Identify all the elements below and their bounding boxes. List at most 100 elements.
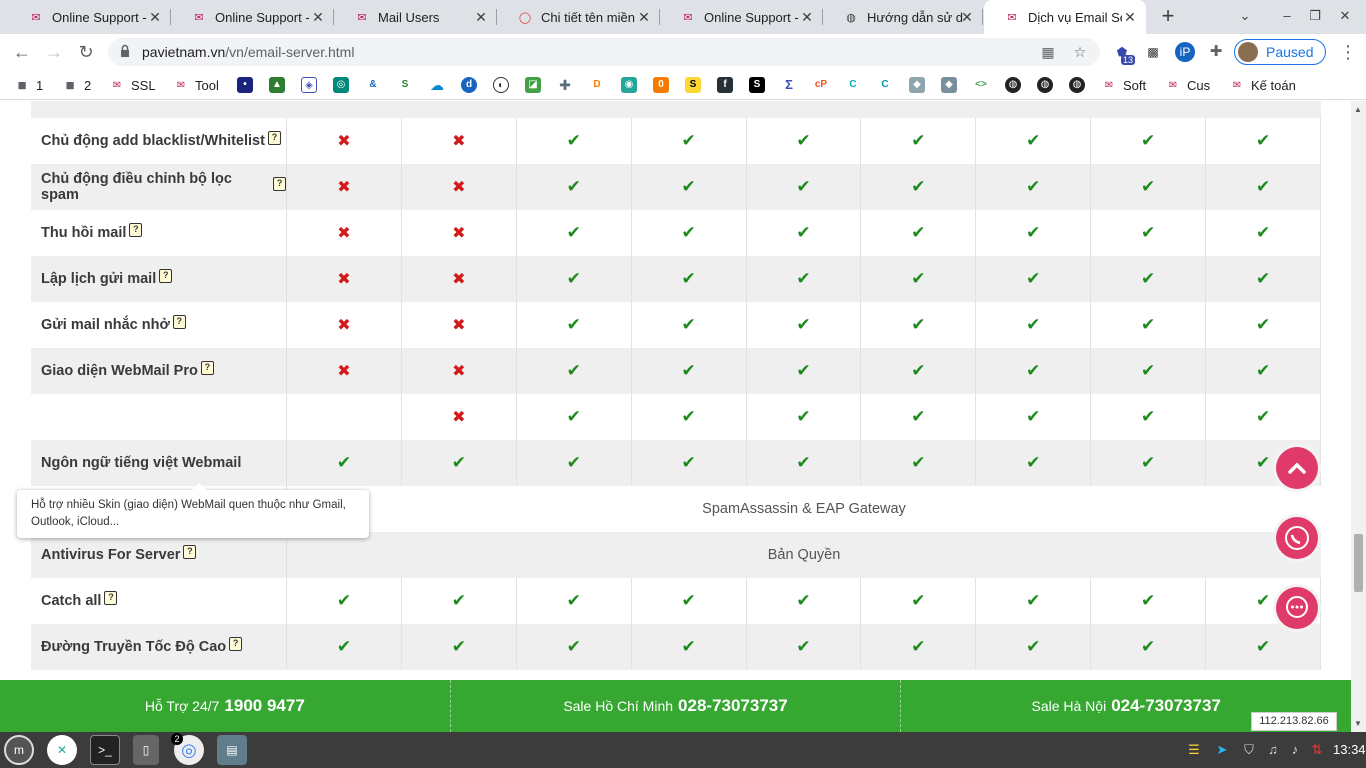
scrollbar-thumb[interactable] [1354, 534, 1363, 592]
back-icon[interactable]: ← [10, 40, 34, 64]
teamviewer-icon[interactable]: ✕ [47, 735, 77, 765]
bookmark-power-icon[interactable]: ◐ [493, 77, 509, 93]
page-scrollbar[interactable]: ▲ ▼ [1351, 101, 1366, 732]
cross-icon: ✖ [452, 133, 466, 150]
close-tab-icon[interactable]: ✕ [799, 9, 815, 25]
bookmark-soft[interactable]: ✉ Soft [1101, 75, 1146, 95]
bookmark-chart-icon[interactable]: ◪ [525, 77, 541, 93]
restore-icon[interactable]: ❐ [1305, 6, 1325, 26]
bookmark-cloud-icon[interactable]: ☁ [429, 77, 445, 93]
scroll-to-top-button[interactable] [1276, 447, 1318, 489]
bookmark-plus-icon[interactable]: ✚ [557, 77, 573, 93]
bookmark-folder-1[interactable]: ■ 1 [14, 75, 43, 95]
check-icon: ✔ [911, 269, 926, 288]
table-row: Antivirus For Server? Bản Quyền [31, 532, 1321, 578]
bookmark-code-icon[interactable]: <> [973, 77, 989, 93]
bookmark-ssl[interactable]: ✉ SSL [109, 75, 156, 95]
bookmark-s-yellow-icon[interactable]: S [685, 77, 701, 93]
browser-tab[interactable]: ✉ Online Support - ✕ [660, 0, 823, 34]
bookmark-folder-2[interactable]: ■ 2 [62, 75, 91, 95]
bookmark-d-icon[interactable]: d [461, 77, 477, 93]
extension-qr-icon[interactable]: ▩ [1143, 42, 1163, 62]
bookmark-star-icon[interactable]: ☆ [1072, 44, 1088, 60]
mint-menu-icon[interactable]: m [4, 735, 34, 765]
new-tab-button[interactable]: + [1156, 5, 1180, 29]
bookmark-globe3-icon[interactable]: ◍ [1069, 77, 1085, 93]
bookmark-zero-icon[interactable]: 0 [653, 77, 669, 93]
telegram-tray-icon[interactable]: ➤ [1214, 742, 1230, 758]
network-manager-icon[interactable]: ▤ [217, 735, 247, 765]
notes-tray-icon[interactable]: ☰ [1186, 742, 1202, 758]
bookmark-c-icon[interactable]: C [845, 77, 861, 93]
terminal-icon[interactable]: >_ [90, 735, 120, 765]
notification-bell-icon[interactable]: ♫ [1265, 742, 1281, 758]
close-window-icon[interactable]: ✕ [1335, 6, 1355, 26]
help-icon[interactable]: ? [200, 361, 214, 375]
browser-tab-active[interactable]: ✉ Dịch vụ Email Se ✕ [984, 0, 1146, 34]
bookmark-s-icon[interactable]: S [397, 77, 413, 93]
minimize-icon[interactable]: – [1277, 6, 1297, 26]
help-icon[interactable]: ? [267, 131, 281, 145]
scroll-down-arrow-icon[interactable]: ▼ [1354, 719, 1362, 728]
help-icon[interactable]: ? [129, 223, 143, 237]
close-tab-icon[interactable]: ✕ [636, 9, 652, 25]
bookmark-cpanel-icon[interactable]: cP [813, 77, 829, 93]
bookmark-ssl-lock-icon[interactable]: ▲ [269, 77, 285, 93]
bookmark-badge-icon[interactable]: ◉ [621, 77, 637, 93]
close-tab-icon[interactable]: ✕ [959, 9, 975, 25]
bookmark-icon-1[interactable]: • [237, 77, 253, 93]
browser-tab[interactable]: ◯ Chi tiết tên miền ✕ [497, 0, 660, 34]
close-tab-icon[interactable]: ✕ [1122, 9, 1138, 25]
bookmark-tool[interactable]: ✉ Tool [173, 75, 219, 95]
hcm-hotline[interactable]: Sale Hồ Chí Minh 028-73073737 [451, 680, 902, 732]
bookmark-c2-icon[interactable]: C [877, 77, 893, 93]
sound-icon[interactable]: ♪ [1287, 742, 1303, 758]
help-icon[interactable]: ? [273, 177, 286, 191]
network-icon[interactable]: ⇅ [1309, 742, 1325, 758]
browser-tab[interactable]: ✉ Online Support - ✕ [171, 0, 334, 34]
browser-tab[interactable]: ◍ Hướng dẫn sử d ✕ [823, 0, 983, 34]
help-icon[interactable]: ? [104, 591, 118, 605]
scroll-up-arrow-icon[interactable]: ▲ [1354, 105, 1362, 114]
tab-search-icon[interactable]: ⌄ [1235, 6, 1255, 26]
check-icon: ✔ [681, 177, 696, 196]
bookmark-cube2-icon[interactable]: ◆ [941, 77, 957, 93]
support-hotline[interactable]: Hỗ Trợ 24/7 1900 9477 [0, 680, 451, 732]
check-icon: ✔ [911, 361, 926, 380]
help-icon[interactable]: ? [159, 269, 173, 283]
qr-code-icon[interactable]: ▦ [1040, 44, 1056, 60]
check-icon: ✔ [1026, 591, 1041, 610]
help-icon[interactable]: ? [183, 545, 197, 559]
bookmark-sigma-icon[interactable]: Σ [781, 77, 797, 93]
extension-ip-icon[interactable]: iP [1175, 42, 1195, 62]
close-tab-icon[interactable]: ✕ [473, 9, 489, 25]
close-tab-icon[interactable]: ✕ [310, 9, 326, 25]
address-bar[interactable]: pavietnam.vn/vn/email-server.html ▦ ☆ [108, 38, 1100, 66]
bookmark-cube-icon[interactable]: ◆ [909, 77, 925, 93]
bookmark-globe2-icon[interactable]: ◍ [1037, 77, 1053, 93]
bookmark-f-icon[interactable]: f [717, 77, 733, 93]
bookmark-globe-icon[interactable]: ◍ [1005, 77, 1021, 93]
forward-icon[interactable]: → [42, 40, 66, 64]
free-call-button[interactable] [1276, 517, 1318, 559]
menu-kebab-icon[interactable]: ⋮ [1336, 40, 1360, 64]
profile-button[interactable]: Paused [1234, 39, 1326, 65]
bookmark-swirl-icon[interactable]: ◎ [333, 77, 349, 93]
shield-tray-icon[interactable]: ⛉ [1241, 742, 1257, 758]
bookmark-cus[interactable]: ✉ Cus [1165, 75, 1210, 95]
browser-tab[interactable]: ✉ Mail Users ✕ [334, 0, 497, 34]
app-icon[interactable]: ▯ [133, 735, 159, 765]
bookmark-shield-icon[interactable]: ◈ [301, 77, 317, 93]
help-icon[interactable]: ? [172, 315, 186, 329]
bookmark-s-black-icon[interactable]: S [749, 77, 765, 93]
reload-icon[interactable]: ↻ [74, 40, 98, 64]
bookmark-ampersand-icon[interactable]: & [365, 77, 381, 93]
close-tab-icon[interactable]: ✕ [147, 9, 163, 25]
bookmark-ke-toan[interactable]: ✉ Kế toán [1229, 75, 1296, 95]
extensions-puzzle-icon[interactable]: ✚ [1206, 42, 1226, 62]
help-icon[interactable]: ? [229, 637, 243, 651]
chat-button[interactable] [1276, 587, 1318, 629]
browser-tab[interactable]: ✉ Online Support - ✕ [8, 0, 171, 34]
check-icon: ✔ [911, 315, 926, 334]
bookmark-d-orange-icon[interactable]: D [589, 77, 605, 93]
